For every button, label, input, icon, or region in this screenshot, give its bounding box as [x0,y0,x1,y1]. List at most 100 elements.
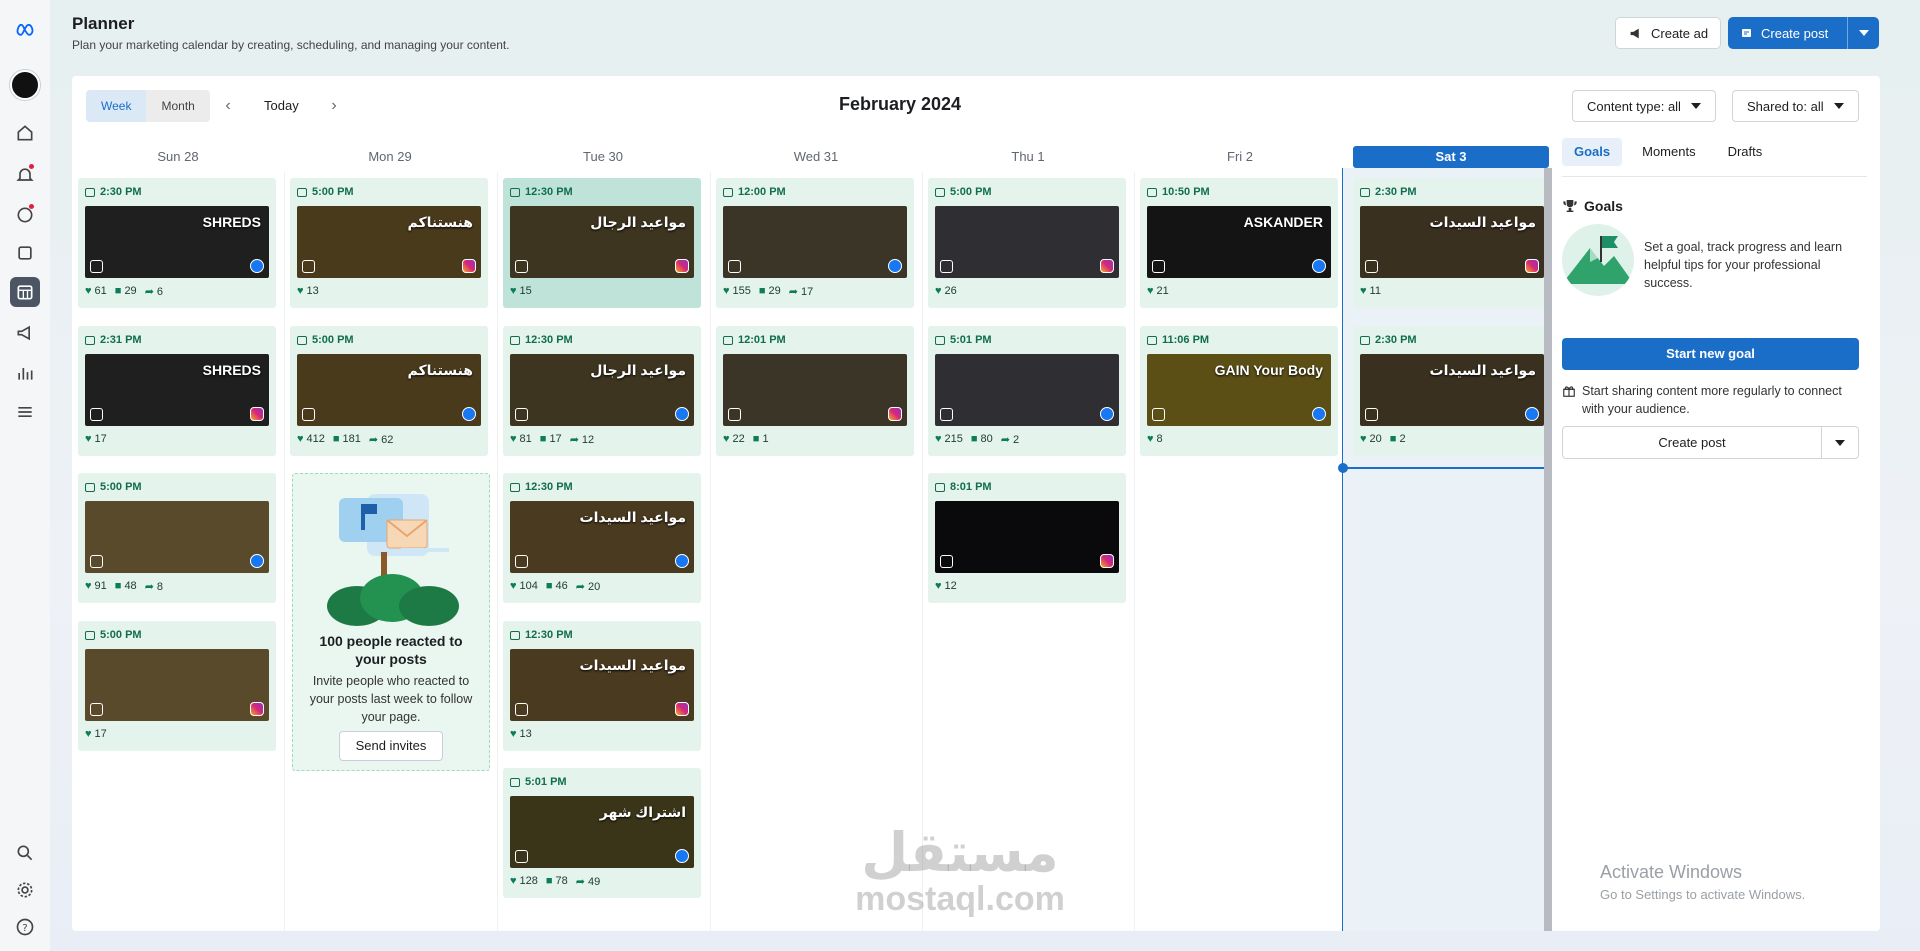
post-thumbnail[interactable] [935,501,1119,573]
post-card[interactable]: 12:30 PM مواعيد الرجال ♥ 15 [503,178,701,308]
post-card[interactable]: 12:30 PM مواعيد الرجال ♥ 81 ■ 17 ➦ 12 [503,326,701,456]
menu-icon[interactable] [10,397,40,427]
shared-to-filter[interactable]: Shared to: all [1732,90,1859,122]
post-card[interactable]: 5:00 PM هنستناكم ♥ 412 ■ 181 ➦ 62 [290,326,488,456]
like-icon: ♥ [723,433,730,445]
post-stats: ♥ 61 ■ 29 ➦ 6 [85,285,163,298]
post-card[interactable]: 5:00 PM ♥ 17 [78,621,276,751]
post-time: 12:30 PM [510,334,573,346]
page-title: Planner [72,14,135,33]
month-view-button[interactable]: Month [146,90,210,122]
likes-count: 13 [519,728,532,740]
likes-stat: ♥ 26 [935,285,957,297]
post-card[interactable]: 5:00 PM ♥ 26 [928,178,1126,308]
start-new-goal-button[interactable]: Start new goal [1562,338,1859,370]
day-header: Sun 28 [157,149,199,164]
post-card[interactable]: 2:30 PM SHREDS ♥ 61 ■ 29 ➦ 6 [78,178,276,308]
post-card[interactable]: 10:50 PM ASKANDER ♥ 21 [1140,178,1338,308]
thumbnail-title: مواعيد الرجال [590,214,686,230]
like-icon: ♥ [1360,433,1367,445]
send-invites-button[interactable]: Send invites [339,731,443,761]
post-stats: ♥ 91 ■ 48 ➦ 8 [85,580,163,593]
post-thumbnail[interactable]: مواعيد الرجال [510,206,694,278]
shares-stat: ➦ 2 [1001,433,1019,446]
next-arrow-icon[interactable]: › [324,90,344,122]
prev-arrow-icon[interactable]: ‹ [218,90,238,122]
tab-goals[interactable]: Goals [1562,138,1623,166]
create-post-dropdown[interactable] [1847,17,1879,49]
post-thumbnail[interactable]: مواعيد السيدات [510,649,694,721]
post-thumbnail[interactable]: اشتراك شهر [510,796,694,868]
chat-icon[interactable] [10,200,40,230]
sidebar-create-post-label[interactable]: Create post [1563,427,1822,458]
post-card[interactable]: 2:30 PM مواعيد السيدات ♥ 20 ■ 2 [1353,326,1551,456]
facebook-icon [675,407,689,421]
post-thumbnail[interactable]: مواعيد الرجال [510,354,694,426]
sidebar-create-post-button[interactable]: Create post [1562,426,1859,459]
tab-drafts[interactable]: Drafts [1716,138,1775,166]
meta-logo-icon[interactable] [10,14,40,44]
post-stats: ♥ 13 [297,285,319,297]
media-type-icon [90,408,103,421]
post-thumbnail[interactable]: هنستناكم [297,206,481,278]
post-card[interactable]: 8:01 PM ♥ 12 [928,473,1126,603]
tab-moments[interactable]: Moments [1630,138,1707,166]
post-thumbnail[interactable]: ASKANDER [1147,206,1331,278]
scheduled-icon [85,335,95,345]
facebook-icon [675,849,689,863]
sidebar-create-post-dropdown[interactable] [1822,427,1858,458]
gear-icon[interactable] [10,875,40,905]
planner-icon[interactable] [10,277,40,307]
post-thumbnail[interactable]: مواعيد السيدات [1360,354,1544,426]
scheduled-icon [85,482,95,492]
post-thumbnail[interactable]: GAIN Your Body [1147,354,1331,426]
chevron-down-icon [1690,103,1701,109]
post-thumbnail[interactable] [723,206,907,278]
bell-icon[interactable] [10,160,40,190]
post-card[interactable]: 12:30 PM مواعيد السيدات ♥ 104 ■ 46 ➦ 20 [503,473,701,603]
likes-stat: ♥ 21 [1147,285,1169,297]
post-thumbnail[interactable] [85,649,269,721]
home-icon[interactable] [10,118,40,148]
post-card[interactable]: 5:00 PM هنستناكم ♥ 13 [290,178,488,308]
share-icon: ➦ [1000,434,1011,446]
comments-count: 29 [768,285,781,297]
share-icon: ➦ [569,434,579,446]
content-type-filter[interactable]: Content type: all [1572,90,1716,122]
post-card[interactable]: 5:01 PM اشتراك شهر ♥ 128 ■ 78 ➦ 49 [503,768,701,898]
week-view-button[interactable]: Week [86,90,147,122]
content-icon[interactable] [10,238,40,268]
help-icon[interactable]: ? [10,912,40,942]
post-thumbnail[interactable]: SHREDS [85,354,269,426]
post-card[interactable]: 12:01 PM ♥ 22 ■ 1 [716,326,914,456]
post-card[interactable]: 2:30 PM مواعيد السيدات ♥ 11 [1353,178,1551,308]
search-icon[interactable] [10,838,40,868]
post-stats: ♥ 20 ■ 2 [1360,433,1406,445]
post-thumbnail[interactable]: مواعيد السيدات [510,501,694,573]
post-thumbnail[interactable] [935,206,1119,278]
post-card[interactable]: 5:00 PM ♥ 91 ■ 48 ➦ 8 [78,473,276,603]
create-ad-button[interactable]: Create ad [1615,17,1722,49]
shares-stat: ➦ 49 [576,875,600,888]
likes-count: 17 [94,433,107,445]
post-thumbnail[interactable]: مواعيد السيدات [1360,206,1544,278]
scheduled-icon [510,630,520,640]
megaphone-icon[interactable] [10,318,40,348]
page-avatar[interactable] [10,70,40,100]
post-card[interactable]: 12:30 PM مواعيد السيدات ♥ 13 [503,621,701,751]
calendar-scrollbar[interactable] [1544,168,1552,931]
post-card[interactable]: 12:00 PM ♥ 155 ■ 29 ➦ 17 [716,178,914,308]
post-card[interactable]: 5:01 PM ♥ 215 ■ 80 ➦ 2 [928,326,1126,456]
post-card[interactable]: 2:31 PM SHREDS ♥ 17 [78,326,276,456]
post-thumbnail[interactable]: SHREDS [85,206,269,278]
today-button[interactable]: Today [264,90,299,122]
post-thumbnail[interactable] [723,354,907,426]
insights-icon[interactable] [10,358,40,388]
post-thumbnail[interactable] [85,501,269,573]
post-thumbnail[interactable] [935,354,1119,426]
post-thumbnail[interactable]: هنستناكم [297,354,481,426]
post-card[interactable]: 11:06 PM GAIN Your Body ♥ 8 [1140,326,1338,456]
like-icon: ♥ [1360,285,1367,297]
shares-stat: ➦ 17 [789,285,813,298]
create-post-button[interactable]: Create post [1728,17,1879,49]
